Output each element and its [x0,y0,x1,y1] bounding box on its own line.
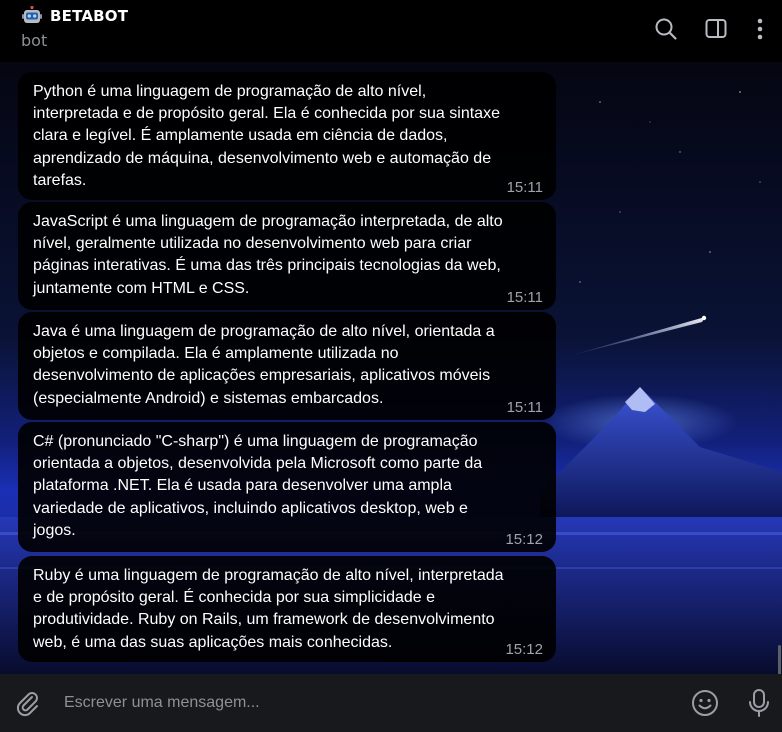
message-time: 15:12 [505,641,543,658]
message-composer [0,674,782,732]
search-button[interactable] [653,16,679,42]
paperclip-icon [14,692,42,722]
message-bubble[interactable]: Python é uma linguagem de programação de… [18,72,556,200]
message-time: 15:11 [506,289,543,306]
emoji-button[interactable] [690,688,720,722]
message-time: 15:12 [505,531,543,548]
message-bubble[interactable]: Ruby é uma linguagem de programação de a… [18,556,556,662]
voice-message-button[interactable] [745,687,773,723]
robot-icon [22,5,42,26]
message-text: Python é uma linguagem de programação de… [33,83,500,189]
sidebar-toggle-button[interactable] [703,16,729,42]
attach-button[interactable] [14,690,42,722]
message-bubble[interactable]: JavaScript é uma linguagem de programaçã… [18,202,556,310]
message-time: 15:11 [506,399,543,416]
chat-title: BETABOT [50,7,129,25]
chat-title-row[interactable]: BETABOT [22,5,129,26]
microphone-icon [745,689,773,723]
search-icon [653,18,679,46]
message-text: Ruby é uma linguagem de programação de a… [33,567,504,651]
message-bubble[interactable]: C# (pronunciado "C-sharp") é uma linguag… [18,422,556,552]
message-text: Java é uma linguagem de programação de a… [33,323,495,407]
chat-history[interactable]: Python é uma linguagem de programação de… [0,62,782,674]
chat-header: BETABOT bot [0,0,782,62]
sidebar-toggle-icon [703,19,729,46]
more-vertical-icon [747,18,773,46]
more-options-button[interactable] [747,16,773,42]
message-time: 15:11 [506,179,543,196]
message-input[interactable] [62,688,666,718]
message-bubble[interactable]: Java é uma linguagem de programação de a… [18,312,556,420]
emoji-icon [690,690,720,722]
message-text: JavaScript é uma linguagem de programaçã… [33,213,503,297]
chat-scrollbar[interactable] [776,62,782,731]
message-text: C# (pronunciado "C-sharp") é uma linguag… [33,433,483,539]
chat-subtitle: bot [21,31,48,50]
